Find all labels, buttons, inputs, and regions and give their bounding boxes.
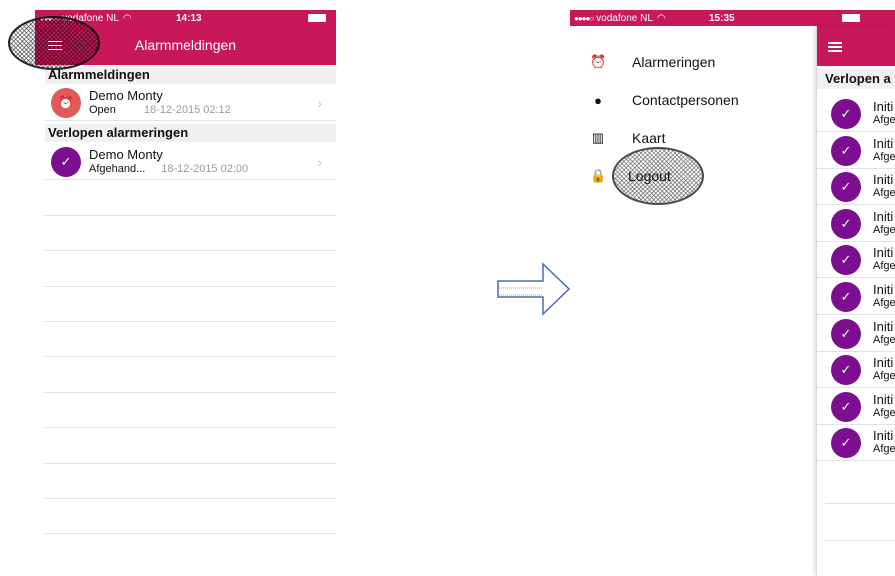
expired-date: 18-12-2015 02:00 <box>161 162 249 175</box>
row-status: Afge <box>873 223 895 236</box>
alarm-name: Demo Monty <box>89 87 163 103</box>
signal-icon: ●●●●○ <box>574 13 594 23</box>
check-icon: ✓ <box>51 146 81 177</box>
alarm-date: 18-12-2015 02:12 <box>143 103 231 116</box>
row-title: Initi <box>873 428 894 444</box>
empty-row-divider <box>45 463 336 464</box>
wifi-icon: ◠ <box>122 12 132 24</box>
check-icon: ✓ <box>831 318 861 349</box>
menu-item-label: Contactpersonen <box>632 92 739 108</box>
empty-row-divider <box>825 503 895 504</box>
row-status: Afge <box>873 406 895 419</box>
menu-item-logout[interactable]: 🔒 Logout <box>590 168 671 184</box>
check-icon: ✓ <box>831 208 861 239</box>
menu-item-label: Alarmeringen <box>632 54 716 70</box>
arrow-right-icon <box>497 262 571 316</box>
expired-row[interactable]: ✓ Initi Afge <box>817 206 895 242</box>
expired-row[interactable]: ✓ Initi Afge <box>817 279 895 315</box>
section-header-expired: Verlopen a <box>817 69 895 89</box>
row-title: Initi <box>873 355 894 371</box>
expired-row[interactable]: ✓ Initi Afge <box>817 316 895 352</box>
row-status: Afge <box>873 150 895 163</box>
menu-icon[interactable] <box>828 42 842 52</box>
row-title: Initi <box>873 391 894 407</box>
expired-row[interactable]: ✓ Initi Afge <box>817 389 895 425</box>
row-title: Initi <box>873 282 894 297</box>
alarm-status: Open <box>89 103 116 116</box>
expired-row[interactable]: ✓ Initi Afge <box>817 242 895 279</box>
row-status: Afge <box>873 187 895 200</box>
empty-row-divider <box>825 540 895 541</box>
battery-icon <box>842 13 860 24</box>
check-icon: ✓ <box>831 245 861 276</box>
row-title: Initi <box>873 99 894 114</box>
expired-row[interactable]: ✓ Initi Afge <box>817 133 895 169</box>
lock-icon: 🔒 <box>590 168 607 183</box>
expired-name: Demo Monty <box>89 146 163 162</box>
row-title: Initi <box>873 172 894 188</box>
chevron-right-icon: › <box>317 153 322 170</box>
empty-row-divider <box>45 356 336 357</box>
status-time: 15:35 <box>709 12 735 24</box>
expired-row[interactable]: ✓ Demo Monty Afgehand... 18-12-2015 02:00… <box>45 144 336 180</box>
empty-row-divider <box>45 392 336 393</box>
check-icon: ✓ <box>831 172 861 203</box>
row-status: Afge <box>873 114 895 126</box>
right-status-bar: ●●●●○ vodafone NL ◠ 15:35 <box>574 11 894 25</box>
row-status: Afge <box>873 260 895 273</box>
alarm-row[interactable]: ⏰ Demo Monty Open 18-12-2015 02:12 › <box>45 85 336 121</box>
empty-row-divider <box>45 533 336 534</box>
expired-row[interactable]: ✓ Initi Afge <box>817 425 895 462</box>
row-status: Afge <box>873 297 895 309</box>
alarm-clock-icon: ⏰ <box>51 87 81 118</box>
section-header-alarms: Alarmmeldingen <box>45 66 336 84</box>
user-icon: ● <box>594 92 602 108</box>
menu-item-contacts[interactable]: ● Contactpersonen <box>590 92 739 108</box>
alarm-clock-icon: ⏰ <box>590 54 607 69</box>
section-header-expired: Verlopen alarmeringen <box>45 124 336 142</box>
check-icon: ✓ <box>831 428 861 459</box>
check-icon: ✓ <box>831 282 861 312</box>
empty-row-divider <box>45 286 336 287</box>
row-title: Initi <box>873 208 894 224</box>
expired-row[interactable]: ✓ Initi Afge <box>817 352 895 389</box>
empty-row-divider <box>45 321 336 322</box>
battery-icon <box>308 13 326 24</box>
check-icon: ✓ <box>831 391 861 422</box>
expired-status: Afgehand... <box>89 162 146 175</box>
row-title: Initi <box>873 318 894 334</box>
row-status: Afge <box>873 333 895 346</box>
row-status: Afge <box>873 370 895 383</box>
menu-item-label: Logout <box>628 168 671 184</box>
row-title: Initi <box>873 245 894 261</box>
carrier-label: vodafone NL <box>596 12 653 24</box>
check-icon: ✓ <box>831 355 861 386</box>
menu-icon[interactable] <box>48 41 62 50</box>
empty-row-divider <box>45 215 336 216</box>
menu-item-map[interactable]: ▥ Kaart <box>590 130 666 146</box>
empty-row-divider <box>45 250 336 251</box>
expired-row[interactable]: ✓ Initi Afge <box>817 96 895 132</box>
status-time: 14:13 <box>176 12 202 24</box>
check-icon: ✓ <box>831 99 861 129</box>
empty-row-divider <box>45 427 336 428</box>
check-icon: ✓ <box>831 135 861 166</box>
map-icon: ▥ <box>591 130 605 145</box>
row-title: Initi <box>873 135 894 151</box>
empty-row-divider <box>45 498 336 499</box>
content-panel: Verlopen a ✓ Initi Afge ✓ Initi Afge ✓ Initi Afg… <box>816 26 895 576</box>
menu-item-alarms[interactable]: ⏰ Alarmeringen <box>590 54 715 70</box>
expired-row[interactable]: ✓ Initi Afge <box>817 169 895 206</box>
row-status: Afge <box>873 443 895 456</box>
wifi-icon: ◠ <box>656 12 666 24</box>
chevron-right-icon: › <box>317 94 322 111</box>
menu-item-label: Kaart <box>632 130 666 146</box>
